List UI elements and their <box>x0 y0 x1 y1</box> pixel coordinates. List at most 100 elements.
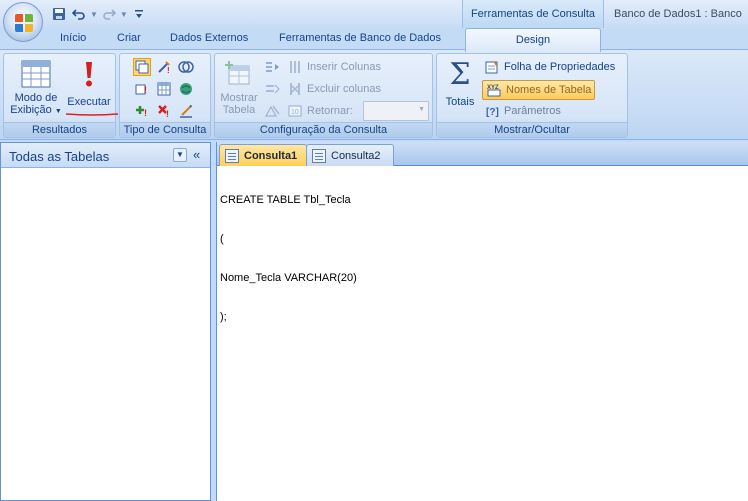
parameters-label: Parâmetros <box>504 105 561 117</box>
svg-text:!: ! <box>166 109 169 118</box>
run-button[interactable]: Executar <box>64 58 114 108</box>
doc-tab-consulta1[interactable]: Consulta1 <box>219 144 307 166</box>
delete-query-icon[interactable]: ! <box>155 102 173 120</box>
save-icon[interactable] <box>50 5 68 23</box>
chevron-down-icon: ▼ <box>418 106 425 113</box>
sql-line: ( <box>220 233 224 245</box>
app-title: Banco de Dados1 : Banco <box>614 8 742 20</box>
builder-row[interactable] <box>265 103 281 119</box>
tab-ferramentas-banco-dados[interactable]: Ferramentas de Banco de Dados <box>279 32 441 44</box>
exclamation-icon <box>74 60 104 88</box>
update-query-icon[interactable]: ! <box>155 58 173 76</box>
union-query-icon[interactable] <box>177 58 195 76</box>
group-tipo-consulta: ! ! ! ! Tipo de Consulta <box>119 53 211 138</box>
sql-line: ); <box>220 311 227 323</box>
group-configuracao: Mostrar Tabela Inserir Colunas Excluir c… <box>214 53 433 138</box>
doc-tab-consulta2[interactable]: Consulta2 <box>306 144 394 166</box>
sql-line: Nome_Tecla VARCHAR(20) <box>220 272 357 284</box>
quick-access-toolbar: ▼ ▼ <box>50 4 148 24</box>
totals-label: Totais <box>445 96 475 108</box>
delete-rows-row[interactable] <box>265 81 281 97</box>
group-resultados: Modo de Exibição ▼ Executar Resultados <box>3 53 116 138</box>
chevron-down-icon: ▼ <box>54 108 62 115</box>
table-names-label: Nomes de Tabela <box>506 84 592 96</box>
show-table-icon <box>225 60 253 88</box>
document-area: Consulta1 Consulta2 CREATE TABLE Tbl_Tec… <box>216 142 748 501</box>
sql-editor[interactable]: CREATE TABLE Tbl_Tecla ( Nome_Tecla VARC… <box>220 168 746 350</box>
show-table-label-1: Mostrar <box>220 92 258 104</box>
view-button-label-2: Exibição <box>10 104 52 116</box>
tab-criar[interactable]: Criar <box>117 32 141 44</box>
nav-pane-header[interactable]: Todas as Tabelas ▼ « <box>1 143 210 168</box>
collapse-pane-icon[interactable]: « <box>193 147 200 162</box>
navigation-pane: Todas as Tabelas ▼ « <box>0 142 211 501</box>
office-button[interactable] <box>3 2 43 42</box>
svg-text:!: ! <box>167 66 170 74</box>
pass-through-query-icon[interactable] <box>177 80 195 98</box>
builder-icon <box>265 103 281 119</box>
select-query-icon[interactable] <box>133 58 151 76</box>
return-icon: 10 <box>287 103 303 119</box>
office-logo-icon <box>15 14 33 32</box>
redo-dropdown-icon[interactable]: ▼ <box>120 10 128 19</box>
tab-dados-externos[interactable]: Dados Externos <box>170 32 248 44</box>
insert-columns-label: Inserir Colunas <box>307 61 381 73</box>
insert-columns-icon <box>287 59 303 75</box>
property-sheet-label: Folha de Propriedades <box>504 61 616 73</box>
svg-text:!: ! <box>144 85 147 95</box>
totals-button[interactable]: Σ Totais <box>441 57 479 109</box>
sigma-icon: Σ <box>449 57 471 92</box>
undo-icon[interactable] <box>70 5 88 23</box>
show-table-button[interactable]: Mostrar Tabela <box>217 58 261 116</box>
table-names-icon: XYZ <box>486 82 502 98</box>
show-table-label-2: Tabela <box>222 104 256 116</box>
query-icon <box>312 148 326 163</box>
table-names-row[interactable]: XYZ Nomes de Tabela <box>482 80 596 100</box>
run-button-label: Executar <box>67 96 111 108</box>
append-query-icon[interactable]: ! <box>133 102 151 120</box>
delete-rows-icon <box>265 81 281 97</box>
insert-columns-row[interactable]: Inserir Colunas <box>287 59 381 75</box>
parameters-row[interactable]: [?] Parâmetros <box>484 103 561 119</box>
return-row: 10 Retornar: <box>287 103 353 119</box>
svg-text:!: ! <box>144 108 147 118</box>
delete-columns-row[interactable]: Excluir colunas <box>287 81 381 97</box>
insert-rows-icon <box>265 59 281 75</box>
parameters-icon: [?] <box>484 103 500 119</box>
ribbon: Modo de Exibição ▼ Executar Resultados !… <box>0 49 748 140</box>
chevron-down-icon[interactable]: ▼ <box>173 148 187 162</box>
group-label-resultados: Resultados <box>4 122 115 137</box>
doc-tab-label: Consulta1 <box>244 149 298 162</box>
ribbon-tab-row: Início Criar Dados Externos Ferramentas … <box>0 28 748 52</box>
property-sheet-row[interactable]: Folha de Propriedades <box>484 59 615 75</box>
delete-columns-label: Excluir colunas <box>307 83 381 95</box>
red-underline-annotation <box>66 113 118 116</box>
crosstab-query-icon[interactable] <box>155 80 173 98</box>
title-bar: ▼ ▼ Ferramentas de Consulta Banco de Dad… <box>0 0 748 28</box>
make-table-query-icon[interactable]: ! <box>133 80 151 98</box>
context-tab-header: Ferramentas de Consulta <box>462 0 604 28</box>
view-button-label-1: Modo de <box>14 92 58 104</box>
data-definition-query-icon[interactable] <box>177 102 195 120</box>
redo-icon[interactable] <box>100 5 118 23</box>
return-select[interactable]: ▼ <box>363 101 429 121</box>
svg-text:10: 10 <box>291 109 299 116</box>
group-label-configuracao: Configuração da Consulta <box>215 122 432 137</box>
doc-tab-label: Consulta2 <box>331 149 381 162</box>
delete-columns-icon <box>287 81 303 97</box>
query-icon <box>225 148 239 163</box>
group-label-tipo-consulta: Tipo de Consulta <box>120 122 210 137</box>
sql-line: CREATE TABLE Tbl_Tecla <box>220 194 351 206</box>
nav-pane-title: Todas as Tabelas <box>9 149 110 164</box>
return-label: Retornar: <box>307 105 353 117</box>
group-label-mostrar-ocultar: Mostrar/Ocultar <box>437 122 627 137</box>
group-mostrar-ocultar: Σ Totais Folha de Propriedades XYZ Nomes… <box>436 53 628 138</box>
tab-inicio[interactable]: Início <box>60 32 86 44</box>
customize-icon[interactable] <box>130 5 148 23</box>
tab-design[interactable]: Design <box>465 28 601 52</box>
insert-rows-row[interactable] <box>265 59 281 75</box>
property-sheet-icon <box>484 59 500 75</box>
undo-dropdown-icon[interactable]: ▼ <box>90 10 98 19</box>
view-button[interactable]: Modo de Exibição ▼ <box>8 58 64 118</box>
datasheet-view-icon <box>21 60 51 88</box>
